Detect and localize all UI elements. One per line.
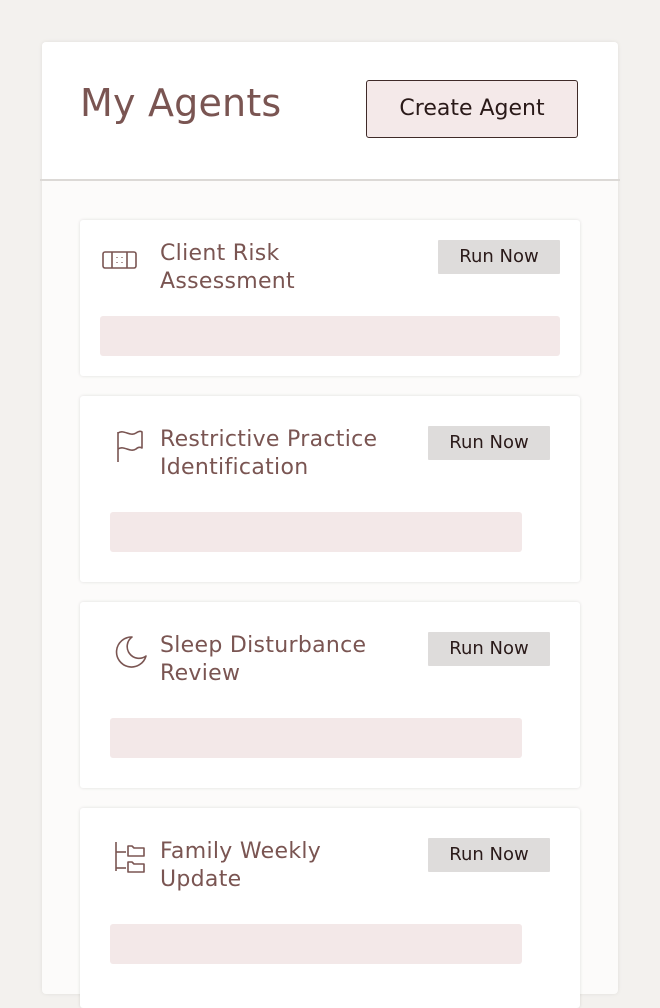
agent-title: Restrictive Practice Identification (160, 426, 400, 482)
agent-description-placeholder (100, 316, 560, 356)
run-now-button[interactable]: Run Now (438, 240, 560, 274)
run-now-button[interactable]: Run Now (428, 632, 550, 666)
agent-card-client-risk: Client Risk Assessment Run Now (80, 220, 580, 376)
run-now-button[interactable]: Run Now (428, 838, 550, 872)
ticket-icon (100, 240, 140, 280)
agent-card-family-weekly: Family Weekly Update Run Now (80, 808, 580, 1008)
agent-title: Client Risk Assessment (160, 240, 400, 296)
agent-card-sleep-disturbance: Sleep Disturbance Review Run Now (80, 602, 580, 788)
agent-card-restrictive-practice: Restrictive Practice Identification Run … (80, 396, 580, 582)
agent-title-line2: Update (160, 867, 242, 892)
agent-title-line2: Assessment (160, 269, 295, 294)
page-title: My Agents (80, 81, 282, 125)
folder-tree-icon (110, 838, 150, 878)
run-now-button[interactable]: Run Now (428, 426, 550, 460)
agent-title-line2: Review (160, 661, 241, 686)
agent-title: Sleep Disturbance Review (160, 632, 400, 688)
agent-title-line1: Client Risk (160, 241, 280, 266)
create-agent-button[interactable]: Create Agent (366, 80, 578, 138)
agent-title: Family Weekly Update (160, 838, 400, 894)
agent-title-line1: Restrictive Practice (160, 427, 378, 452)
agent-title-line1: Family Weekly (160, 839, 322, 864)
header-divider (40, 179, 620, 181)
agent-description-placeholder (110, 718, 522, 758)
agent-title-line2: Identification (160, 455, 309, 480)
panel-header: My Agents Create Agent (42, 42, 618, 180)
moon-icon (110, 632, 150, 672)
agent-description-placeholder (110, 924, 522, 964)
agent-description-placeholder (110, 512, 522, 552)
flag-icon (110, 426, 150, 466)
agent-title-line1: Sleep Disturbance (160, 633, 367, 658)
